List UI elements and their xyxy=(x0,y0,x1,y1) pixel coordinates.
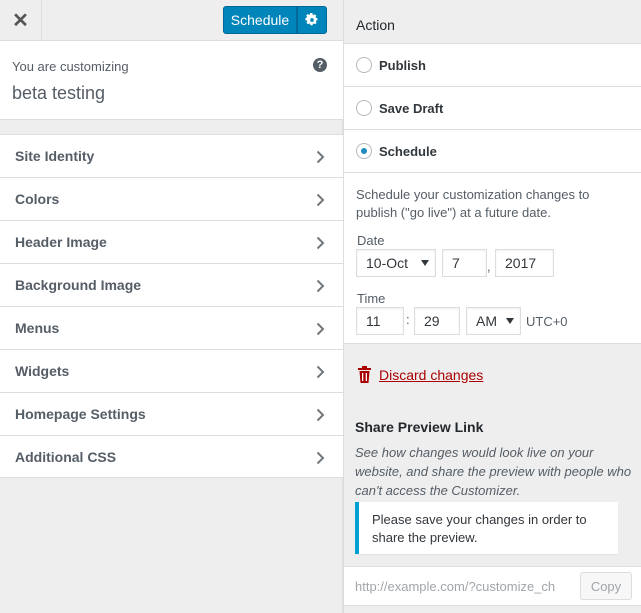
close-icon: ✕ xyxy=(12,9,29,32)
status-label: Publish xyxy=(379,58,426,73)
hour-input[interactable]: 11 xyxy=(356,307,404,335)
section-widgets[interactable]: Widgets xyxy=(0,349,343,392)
chevron-right-icon xyxy=(316,365,325,379)
section-site-identity[interactable]: Site Identity xyxy=(0,134,343,177)
action-heading: Action xyxy=(356,17,395,33)
dropdown-arrow-icon xyxy=(506,318,514,324)
site-title: beta testing xyxy=(12,83,106,103)
close-button[interactable]: ✕ xyxy=(0,0,42,40)
copy-button[interactable]: Copy xyxy=(580,572,632,600)
section-header-image[interactable]: Header Image xyxy=(0,220,343,263)
status-option-save-draft[interactable]: Save Draft xyxy=(344,86,641,129)
schedule-description: Schedule your customization changes to p… xyxy=(356,187,590,220)
share-preview-notice: Please save your changes in order to sha… xyxy=(355,502,618,554)
customizing-prefix: You are customizing xyxy=(12,59,129,74)
chevron-right-icon xyxy=(316,236,325,250)
chevron-right-icon xyxy=(316,193,325,207)
section-colors[interactable]: Colors xyxy=(0,177,343,220)
section-label: Menus xyxy=(15,320,60,336)
customizing-info: You are customizing beta testing ? xyxy=(0,41,343,120)
section-label: Additional CSS xyxy=(15,449,117,465)
customizer-header: ✕ Schedule xyxy=(0,0,343,41)
save-draft-radio[interactable] xyxy=(356,100,372,116)
sections-list: Site Identity Colors Header Image Backgr… xyxy=(0,134,343,478)
timezone-label: UTC+0 xyxy=(526,314,568,329)
schedule-button-label: Schedule xyxy=(230,12,290,28)
status-label: Schedule xyxy=(379,144,437,159)
year-value: 2017 xyxy=(505,255,537,271)
chevron-right-icon xyxy=(316,322,325,336)
copy-button-label: Copy xyxy=(590,578,622,594)
chevron-right-icon xyxy=(316,279,325,293)
section-label: Colors xyxy=(15,191,60,207)
trash-icon xyxy=(358,366,371,383)
section-menus[interactable]: Menus xyxy=(0,306,343,349)
status-label: Save Draft xyxy=(379,101,444,116)
section-homepage-settings[interactable]: Homepage Settings xyxy=(0,392,343,435)
discard-changes-link[interactable]: Discard changes xyxy=(357,366,483,383)
publish-settings-button[interactable] xyxy=(297,6,327,34)
chevron-right-icon xyxy=(316,150,325,164)
section-label: Background Image xyxy=(15,277,142,293)
date-separator: , xyxy=(487,259,491,274)
year-input[interactable]: 2017 xyxy=(495,249,554,277)
section-label: Widgets xyxy=(15,363,70,379)
customizer-sidebar: ✕ Schedule You are customizing beta test… xyxy=(0,0,343,613)
minute-value: 29 xyxy=(424,313,440,329)
preview-url-input[interactable]: http://example.com/?customize_ch xyxy=(355,579,575,594)
section-background-image[interactable]: Background Image xyxy=(0,263,343,306)
date-label: Date xyxy=(357,233,385,248)
share-preview-heading: Share Preview Link xyxy=(355,419,484,435)
time-separator: : xyxy=(406,312,410,327)
ampm-select[interactable]: AM xyxy=(466,307,521,335)
schedule-radio[interactable] xyxy=(356,143,372,159)
share-preview-description: See how changes would look live on your … xyxy=(355,445,632,498)
publish-settings-panel: Action Publish Save Draft Schedule Sched… xyxy=(343,0,641,613)
day-input[interactable]: 7 xyxy=(442,249,487,277)
section-additional-css[interactable]: Additional CSS xyxy=(0,435,343,478)
notice-text: Please save your changes in order to sha… xyxy=(372,512,587,545)
chevron-right-icon xyxy=(316,451,325,465)
status-option-publish[interactable]: Publish xyxy=(344,43,641,86)
ampm-value: AM xyxy=(476,313,497,329)
schedule-button[interactable]: Schedule xyxy=(223,6,297,34)
chevron-right-icon xyxy=(316,408,325,422)
time-label: Time xyxy=(357,291,386,306)
minute-input[interactable]: 29 xyxy=(414,307,460,335)
section-label: Site Identity xyxy=(15,148,95,164)
month-select[interactable]: 10-Oct xyxy=(356,249,436,277)
preview-link-bar: http://example.com/?customize_ch Copy xyxy=(344,566,641,606)
dropdown-arrow-icon xyxy=(421,260,429,266)
schedule-panel: Schedule your customization changes to p… xyxy=(344,172,641,344)
publish-radio[interactable] xyxy=(356,57,372,73)
section-label: Header Image xyxy=(15,234,107,250)
discard-changes-label: Discard changes xyxy=(379,366,484,383)
help-icon[interactable]: ? xyxy=(313,58,327,72)
day-value: 7 xyxy=(452,255,460,271)
gear-icon xyxy=(305,13,318,26)
hour-value: 11 xyxy=(366,313,381,329)
month-value: 10-Oct xyxy=(366,255,409,271)
section-label: Homepage Settings xyxy=(15,406,146,422)
status-option-schedule[interactable]: Schedule xyxy=(344,129,641,172)
